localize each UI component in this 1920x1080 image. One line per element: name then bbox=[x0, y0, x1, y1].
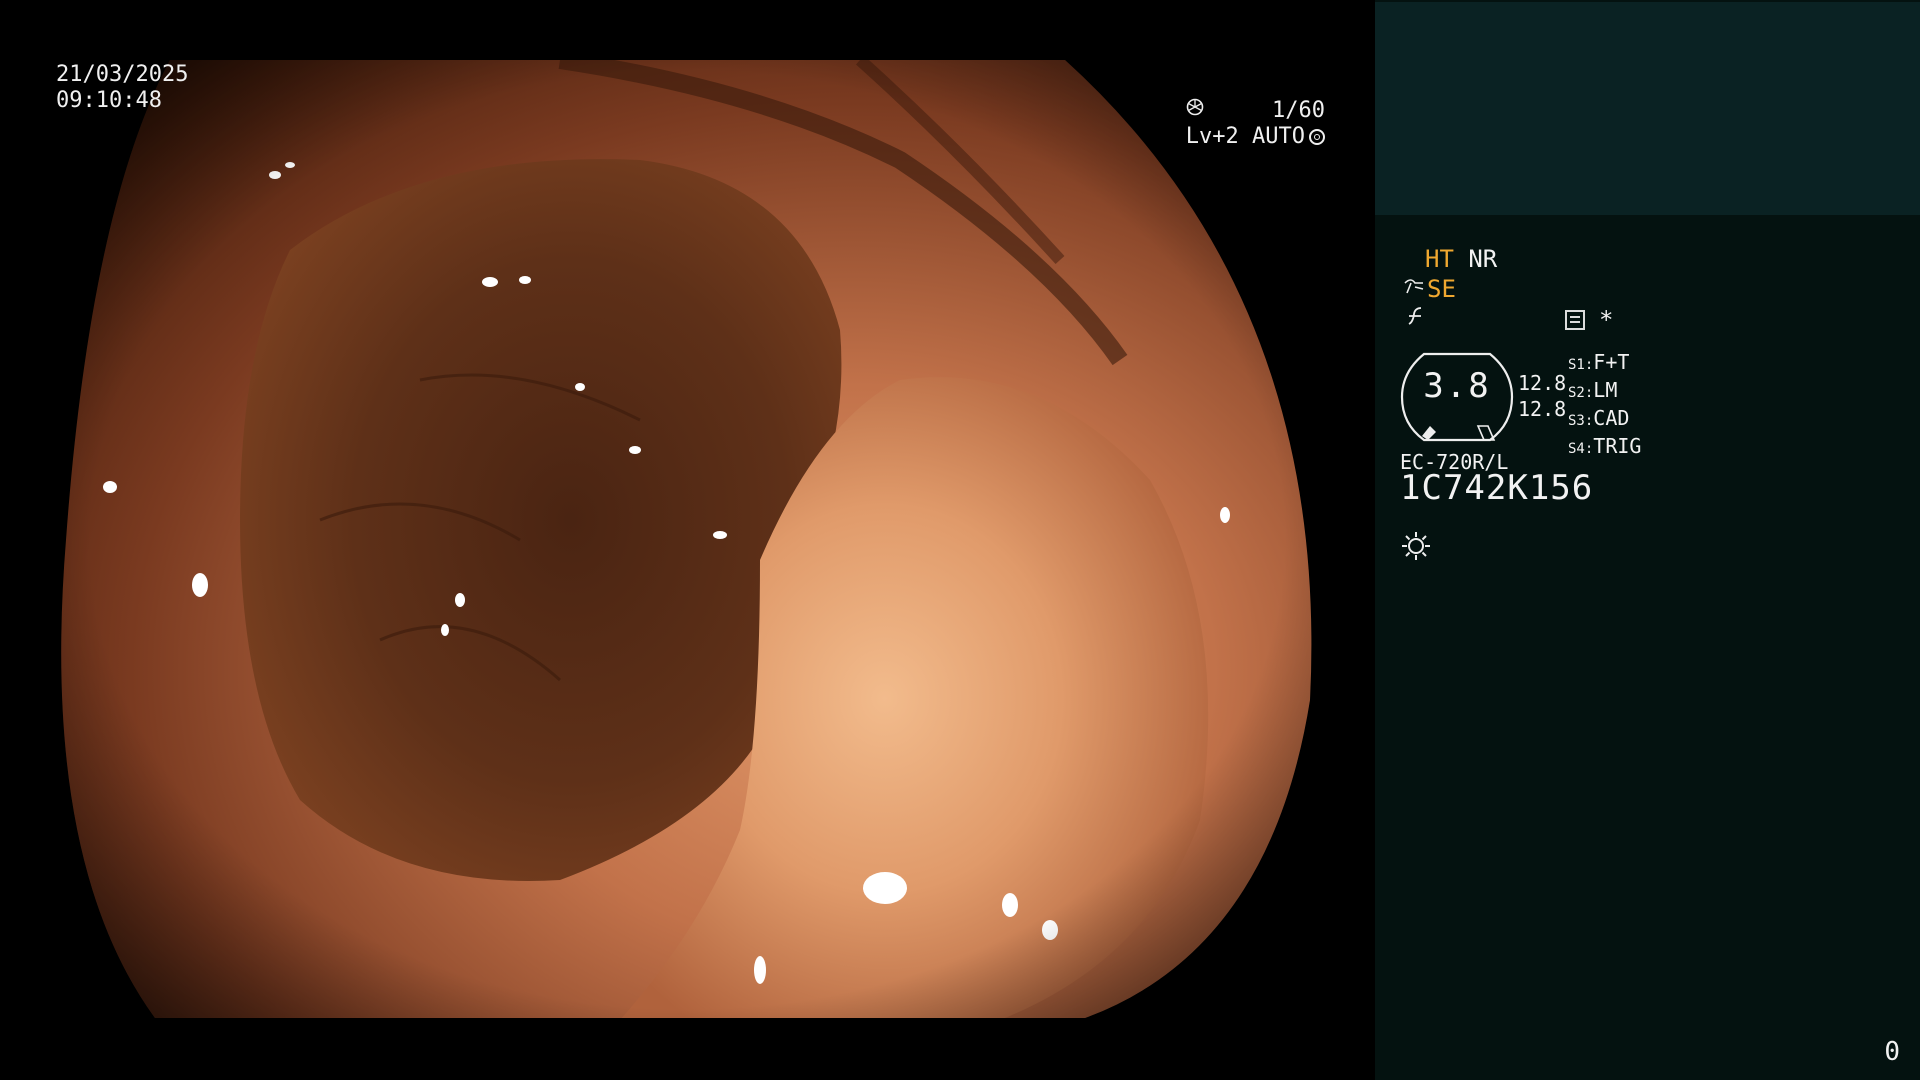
time-text: 09:10:48 bbox=[56, 88, 162, 113]
switch-row: S2:LM bbox=[1568, 378, 1618, 402]
auto-iris-icon bbox=[1309, 129, 1325, 145]
image-counter: 0 bbox=[1884, 1037, 1900, 1067]
exposure-level: Lv+2 AUTO bbox=[1185, 124, 1305, 149]
gauge-value: 3.8 bbox=[1423, 366, 1491, 406]
endoscopic-image bbox=[61, 60, 1312, 1018]
scope-serial: 1C742K156 bbox=[1400, 468, 1594, 508]
shutter-speed: 1/60 bbox=[1272, 98, 1325, 123]
memo-indicator: * bbox=[1565, 306, 1613, 334]
structure-enhance-icon bbox=[1404, 279, 1424, 294]
structure-mode: SE bbox=[1403, 275, 1456, 303]
endoscope-view: 21/03/2025 09:10:48 1/60 Lv+2 AUTO bbox=[0, 0, 1375, 1080]
mode-se: SE bbox=[1427, 275, 1456, 303]
exposure-info: 1/60 Lv+2 AUTO bbox=[1186, 98, 1325, 150]
thumbnail-area bbox=[1375, 2, 1920, 215]
mode-ht: HT bbox=[1425, 245, 1454, 273]
light-source-icon bbox=[1402, 532, 1430, 560]
mode-nr: NR bbox=[1468, 245, 1498, 273]
aperture-icon bbox=[1186, 98, 1204, 116]
f-curve-indicator bbox=[1403, 304, 1427, 334]
memo-mark: * bbox=[1599, 306, 1614, 334]
timestamp: 21/03/2025 09:10:48 bbox=[56, 62, 188, 114]
level-1: 12.8 bbox=[1518, 371, 1567, 395]
level-values: 12.8 12.8 bbox=[1518, 370, 1566, 422]
switch-row: S1:F+T bbox=[1568, 350, 1630, 374]
switch-assignments: S1:F+T S2:LM S3:CAD S4:TRIG bbox=[1568, 350, 1641, 462]
level-2: 12.8 bbox=[1518, 397, 1567, 421]
image-modes: HT NR bbox=[1425, 245, 1497, 273]
gauge-marker-left-icon bbox=[1422, 426, 1436, 440]
switch-row: S3:CAD bbox=[1568, 406, 1630, 430]
switch-row: S4:TRIG bbox=[1568, 434, 1642, 458]
memo-icon bbox=[1565, 310, 1585, 330]
info-panel: HT NR SE * 3.8 12.8 12.8 S1:F+T S2:LM S3… bbox=[1375, 0, 1920, 1080]
date-text: 21/03/2025 bbox=[56, 62, 189, 87]
f-curve-icon bbox=[1408, 307, 1422, 325]
